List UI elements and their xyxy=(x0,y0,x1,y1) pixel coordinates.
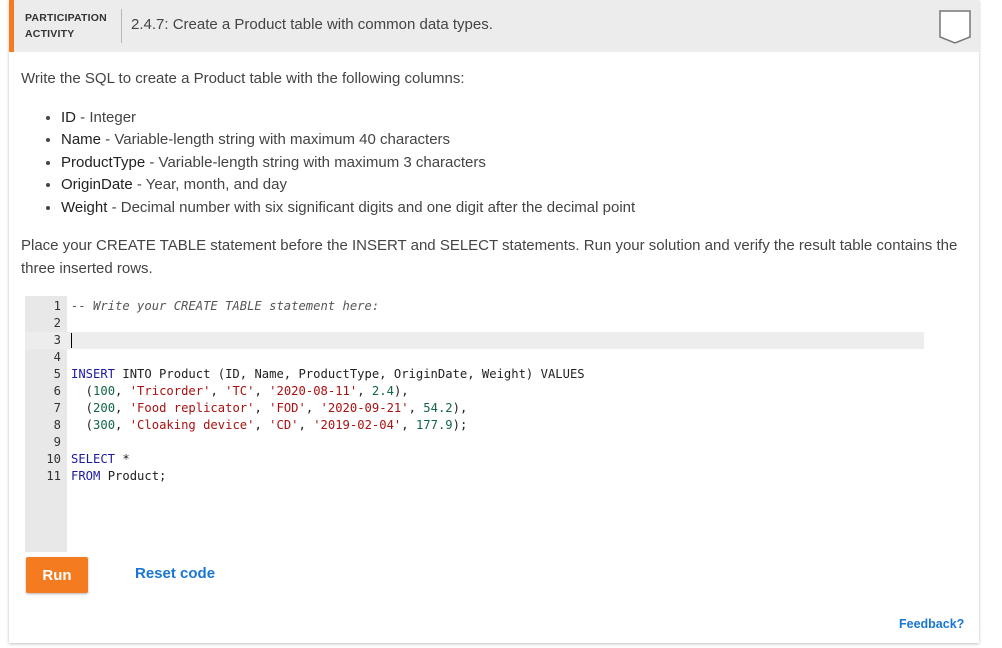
code-text: FROM Product; xyxy=(71,469,167,483)
column-item: ProductType - Variable-length string wit… xyxy=(61,152,961,175)
column-description: - Integer xyxy=(76,108,137,126)
activity-type-label: PARTICIPATION ACTIVITY xyxy=(25,12,107,40)
line-number: 6 xyxy=(53,384,61,398)
sql-code-editor[interactable]: 1 -- Write your CREATE TABLE statement he… xyxy=(25,296,924,552)
participation-activity-card: PARTICIPATION ACTIVITY 2.4.7: Create a P… xyxy=(9,0,979,643)
column-name: ProductType xyxy=(61,153,146,171)
code-line[interactable]: 8 (300, 'Cloaking device', 'CD', '2019-0… xyxy=(25,417,924,434)
code-line[interactable]: 3 xyxy=(25,332,924,349)
code-line[interactable]: 11 FROM Product; xyxy=(25,468,924,485)
code-line[interactable]: 6 (100, 'Tricorder', 'TC', '2020-08-11',… xyxy=(25,383,924,400)
header-divider xyxy=(121,9,122,43)
column-description: - Variable-length string with maximum 3 … xyxy=(145,153,486,171)
code-text: SELECT * xyxy=(71,452,130,466)
column-name: ID xyxy=(61,108,76,126)
code-text: (100, 'Tricorder', 'TC', '2020-08-11', 2… xyxy=(71,384,409,398)
code-text: INSERT INTO Product (ID, Name, ProductTy… xyxy=(71,367,585,381)
column-name: Name xyxy=(61,131,102,148)
column-description: - Decimal number with six significant di… xyxy=(107,198,636,216)
code-line[interactable]: 4 xyxy=(25,349,924,366)
column-item: OriginDate - Year, month, and day xyxy=(61,174,961,197)
line-number: 4 xyxy=(53,350,61,364)
code-line[interactable]: 10 SELECT * xyxy=(25,451,924,468)
column-name: OriginDate xyxy=(61,176,133,193)
line-number: 3 xyxy=(53,333,61,347)
reset-code-button[interactable]: Reset code xyxy=(135,565,215,582)
line-number: 9 xyxy=(53,435,61,449)
code-line[interactable]: 7 (200, 'Food replicator', 'FOD', '2020-… xyxy=(25,400,924,417)
line-number: 7 xyxy=(53,401,61,415)
run-button[interactable]: Run xyxy=(26,557,88,593)
line-number: 8 xyxy=(53,418,61,432)
column-item: ID - Integer xyxy=(61,107,961,130)
line-number: 1 xyxy=(53,299,61,313)
code-line[interactable]: 2 xyxy=(25,315,924,332)
activity-instructions: Write the SQL to create a Product table … xyxy=(21,68,961,280)
line-number: 5 xyxy=(53,367,61,381)
feedback-link[interactable]: Feedback? xyxy=(899,617,964,631)
bookmark-icon[interactable] xyxy=(938,9,972,50)
code-line[interactable]: 5 INSERT INTO Product (ID, Name, ProductT… xyxy=(25,366,924,383)
column-item: Name - Variable-length string with maxim… xyxy=(61,129,961,152)
code-text: -- Write your CREATE TABLE statement her… xyxy=(71,299,380,313)
column-description: - Variable-length string with maximum 40… xyxy=(101,131,451,148)
intro-text: Write the SQL to create a Product table … xyxy=(21,70,465,87)
code-line[interactable]: 1 -- Write your CREATE TABLE statement he… xyxy=(25,298,924,315)
column-list: ID - IntegerName - Variable-length strin… xyxy=(21,107,961,220)
column-item: Weight - Decimal number with six signifi… xyxy=(61,197,961,220)
instructions-text: Place your CREATE TABLE statement before… xyxy=(21,237,958,277)
line-number: 11 xyxy=(46,469,61,483)
column-name: Weight xyxy=(61,198,108,216)
text-cursor xyxy=(71,333,72,348)
code-text: (200, 'Food replicator', 'FOD', '2020-09… xyxy=(71,401,468,415)
line-number: 10 xyxy=(46,452,61,466)
line-number: 2 xyxy=(53,316,61,330)
activity-title: 2.4.7: Create a Product table with commo… xyxy=(131,16,493,33)
code-line[interactable]: 9 xyxy=(25,434,924,451)
activity-header: PARTICIPATION ACTIVITY 2.4.7: Create a P… xyxy=(9,0,979,52)
code-text: (300, 'Cloaking device', 'CD', '2019-02-… xyxy=(71,418,468,432)
column-description: - Year, month, and day xyxy=(132,176,287,193)
